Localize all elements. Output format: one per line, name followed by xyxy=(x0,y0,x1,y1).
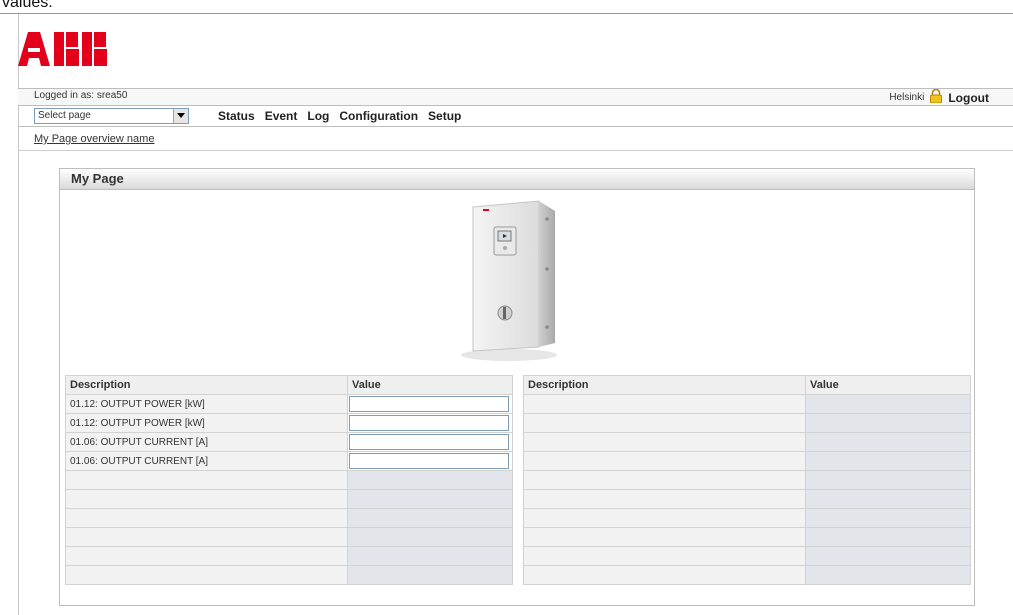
user-bar: Logged in as: srea50 Helsinki Logout xyxy=(18,88,1013,106)
value-cell xyxy=(347,451,513,471)
parameter-description[interactable] xyxy=(523,432,806,452)
value-cell xyxy=(805,394,971,414)
value-cell xyxy=(347,546,513,566)
table-row xyxy=(523,394,971,414)
parameter-description: 01.06: OUTPUT CURRENT [A] xyxy=(65,432,348,452)
value-cell xyxy=(805,508,971,528)
table-header-row: Description Value xyxy=(523,375,971,395)
value-cell xyxy=(347,527,513,547)
parameter-description[interactable] xyxy=(523,470,806,490)
parameter-description[interactable] xyxy=(523,451,806,471)
table-row: 01.06: OUTPUT CURRENT [A] xyxy=(65,451,513,471)
value-cell xyxy=(805,432,971,452)
value-cell xyxy=(805,413,971,433)
parameter-description[interactable] xyxy=(523,394,806,414)
main-menu: Status Event Log Configuration Setup xyxy=(218,109,461,123)
table-row xyxy=(523,470,971,490)
value-input[interactable] xyxy=(349,434,509,450)
table-row: 01.12: OUTPUT POWER [kW] xyxy=(65,413,513,433)
drive-device-image xyxy=(459,197,569,370)
dropdown-arrow-icon[interactable] xyxy=(173,109,188,123)
user-tools: Helsinki Logout xyxy=(889,88,989,106)
value-cell xyxy=(805,489,971,509)
parameter-description[interactable] xyxy=(523,546,806,566)
table-row xyxy=(523,546,971,566)
parameter-description[interactable] xyxy=(65,508,348,528)
parameter-description: 01.12: OUTPUT POWER [kW] xyxy=(65,413,348,433)
logged-in-label: Logged in as: srea50 xyxy=(34,90,128,101)
column-header-description: Description xyxy=(523,375,806,395)
parameter-description[interactable] xyxy=(523,508,806,528)
table-row xyxy=(523,565,971,585)
value-input[interactable] xyxy=(349,396,509,412)
table-row xyxy=(65,527,513,547)
value-cell xyxy=(805,565,971,585)
menu-event[interactable]: Event xyxy=(265,109,298,123)
value-cell xyxy=(347,394,513,414)
parameter-description: 01.06: OUTPUT CURRENT [A] xyxy=(65,451,348,471)
value-cell xyxy=(805,470,971,490)
table-row xyxy=(523,451,971,471)
value-input[interactable] xyxy=(349,453,509,469)
location-label: Helsinki xyxy=(889,92,925,103)
column-header-value: Value xyxy=(805,375,971,395)
value-cell xyxy=(805,527,971,547)
parameter-description: 01.12: OUTPUT POWER [kW] xyxy=(65,394,348,414)
table-header-row: Description Value xyxy=(65,375,513,395)
table-row xyxy=(523,527,971,547)
value-cell xyxy=(347,489,513,509)
parameter-description[interactable] xyxy=(523,489,806,509)
parameter-description[interactable] xyxy=(65,470,348,490)
value-cell xyxy=(805,546,971,566)
logout-link[interactable]: Logout xyxy=(948,91,989,105)
table-row xyxy=(523,432,971,452)
right-parameter-table: Description Value xyxy=(523,375,971,585)
panel-title: My Page xyxy=(71,171,124,186)
table-row xyxy=(65,508,513,528)
menu-status[interactable]: Status xyxy=(218,109,255,123)
menu-setup[interactable]: Setup xyxy=(428,109,461,123)
select-page-dropdown[interactable]: Select page xyxy=(34,108,189,124)
menu-log[interactable]: Log xyxy=(307,109,329,123)
column-header-description: Description xyxy=(65,375,348,395)
table-row: 01.06: OUTPUT CURRENT [A] xyxy=(65,432,513,452)
parameter-description[interactable] xyxy=(523,565,806,585)
value-cell xyxy=(347,508,513,528)
parameter-description[interactable] xyxy=(65,527,348,547)
parameter-description[interactable] xyxy=(523,413,806,433)
table-row xyxy=(65,470,513,490)
parameter-description[interactable] xyxy=(523,527,806,547)
table-row xyxy=(523,489,971,509)
panel-header: My Page xyxy=(60,169,974,190)
column-header-value: Value xyxy=(347,375,513,395)
breadcrumb[interactable]: My Page overview name xyxy=(34,133,154,145)
nav-bar: Select page Status Event Log Configurati… xyxy=(18,106,1013,127)
clipped-header-text: values. xyxy=(2,0,53,11)
select-page-value: Select page xyxy=(38,110,91,121)
table-row xyxy=(523,508,971,528)
abb-logo xyxy=(10,20,120,71)
value-cell xyxy=(347,432,513,452)
value-cell xyxy=(347,565,513,585)
table-row: 01.12: OUTPUT POWER [kW] xyxy=(65,394,513,414)
table-row xyxy=(65,565,513,585)
value-cell xyxy=(347,413,513,433)
parameter-description[interactable] xyxy=(65,546,348,566)
value-input[interactable] xyxy=(349,415,509,431)
table-row xyxy=(65,489,513,509)
parameter-description[interactable] xyxy=(65,565,348,585)
breadcrumb-divider xyxy=(18,150,1013,151)
left-parameter-table: Description Value 01.12: OUTPUT POWER [k… xyxy=(65,375,513,585)
table-row xyxy=(65,546,513,566)
table-row xyxy=(523,413,971,433)
parameter-description[interactable] xyxy=(65,489,348,509)
value-cell xyxy=(805,451,971,471)
lock-icon xyxy=(928,88,944,106)
my-page-panel: My Page Description Value 01.12: OUTPUT … xyxy=(59,168,975,606)
menu-configuration[interactable]: Configuration xyxy=(339,109,418,123)
value-cell xyxy=(347,470,513,490)
